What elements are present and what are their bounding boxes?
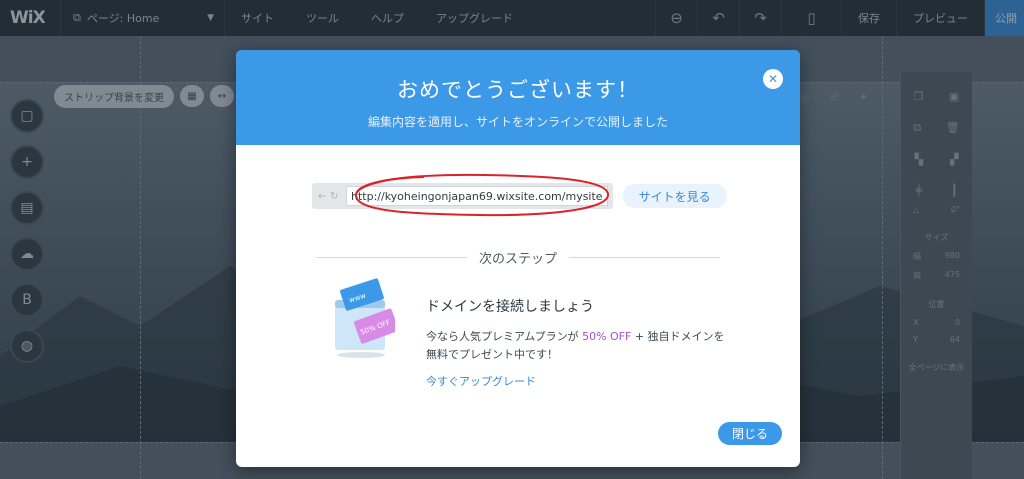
domain-promo-illustration: www 50% OFF [335,278,395,358]
dialog-header: おめでとうございます！ 編集内容を適用し、サイトをオンラインで公開しました ✕ [236,50,800,145]
upgrade-now-link[interactable]: 今すぐアップグレード [426,373,536,389]
view-site-button[interactable]: サイトを見る [622,184,727,208]
promo-title: ドメインを接続しましょう [426,299,594,315]
domain-promo: ドメインを接続しましょう 今なら人気プレミアムプランが 50% OFF + 独自… [426,296,726,389]
next-steps-divider: 次のステップ [316,248,721,267]
dialog-title: おめでとうございます！ [397,78,639,102]
promo-text: 今なら人気プレミアムプランが 50% OFF + 独自ドメインを無料でプレゼント… [426,328,726,364]
publish-success-dialog: おめでとうございます！ 編集内容を適用し、サイトをオンラインで公開しました ✕ … [236,50,800,467]
red-annotation-circle [355,173,609,217]
close-button[interactable]: 閉じる [718,422,782,445]
divider-line [569,257,721,258]
next-steps-heading: 次のステップ [479,252,558,267]
divider-line [316,257,467,258]
dialog-subtitle: 編集内容を適用し、サイトをオンラインで公開しました [367,115,668,129]
back-arrow-icon: ← [318,190,327,202]
close-icon[interactable]: ✕ [763,69,783,89]
reload-icon: ↻ [330,190,339,202]
promo-text-start: 今なら人気プレミアムプランが [426,330,583,343]
promo-discount: 50% OFF [582,330,632,343]
